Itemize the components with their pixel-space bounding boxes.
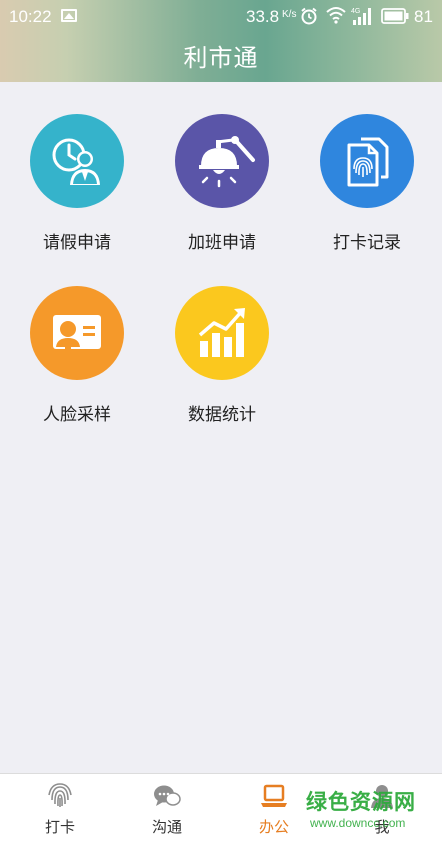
chat-bubbles-icon xyxy=(154,785,181,806)
nav-item-communicate[interactable]: 沟通 xyxy=(112,774,222,841)
wifi-icon xyxy=(326,7,346,24)
network-speed: 33.8 xyxy=(246,7,280,26)
tile-label: 加班申请 xyxy=(188,233,256,253)
bottom-nav: 打卡 沟通 办公 我 xyxy=(0,773,442,841)
user-icon xyxy=(371,785,393,808)
laptop-icon xyxy=(261,784,287,807)
fingerprint-document-icon xyxy=(320,114,414,208)
tile-label: 打卡记录 xyxy=(333,233,401,253)
leave-clock-person-icon xyxy=(30,114,124,208)
tile-face-sampling[interactable]: 人脸采样 xyxy=(4,286,150,425)
tile-data-statistics[interactable]: 数据统计 xyxy=(149,286,295,425)
page-title: 利市通 xyxy=(183,44,259,72)
nav-label: 我 xyxy=(374,818,390,836)
nav-item-office[interactable]: 办公 xyxy=(219,774,329,841)
status-bar: 10:22 33.8 K/s 4G 81 xyxy=(0,0,442,32)
tile-label: 人脸采样 xyxy=(43,405,111,425)
svg-text:4G: 4G xyxy=(351,8,360,15)
id-card-icon xyxy=(30,286,124,380)
bar-chart-trend-icon xyxy=(175,286,269,380)
tile-attendance-records[interactable]: 打卡记录 xyxy=(294,114,440,253)
app-header: 10:22 33.8 K/s 4G 81 利市通 xyxy=(0,0,442,82)
tile-overtime-request[interactable]: 加班申请 xyxy=(149,114,295,253)
nav-label: 打卡 xyxy=(44,818,75,836)
desk-lamp-icon xyxy=(175,114,269,208)
tile-leave-request[interactable]: 请假申请 xyxy=(4,114,150,253)
tile-label: 数据统计 xyxy=(188,405,256,425)
nav-item-me[interactable]: 我 xyxy=(327,774,437,841)
alarm-icon xyxy=(301,7,317,25)
image-notification-icon xyxy=(61,9,77,22)
status-time: 10:22 xyxy=(9,7,52,26)
signal-4g-icon: 4G xyxy=(351,8,371,25)
network-speed-unit: K/s xyxy=(282,9,297,20)
tile-label: 请假申请 xyxy=(43,233,111,253)
nav-label: 沟通 xyxy=(151,818,182,836)
nav-item-clock-in[interactable]: 打卡 xyxy=(5,774,115,841)
fingerprint-icon xyxy=(48,783,72,807)
nav-label: 办公 xyxy=(258,818,289,836)
battery-level: 81 xyxy=(414,7,433,26)
battery-icon xyxy=(381,8,409,24)
